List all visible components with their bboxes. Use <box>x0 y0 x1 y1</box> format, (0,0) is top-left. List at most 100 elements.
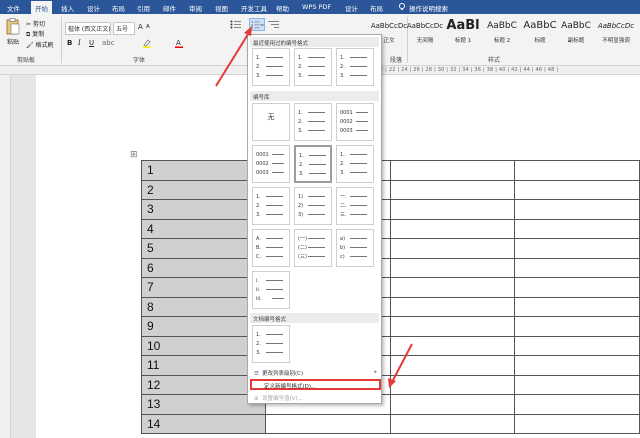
bold-button[interactable]: B <box>67 39 72 47</box>
document-table[interactable]: 1 2 3 4 5 6 7 8 9 10 11 12 13 14 <box>141 160 640 434</box>
table-row[interactable]: 2 <box>141 179 640 200</box>
style-heading-1[interactable]: AaBl 标题 1 <box>444 18 482 44</box>
numbering-format-option[interactable]: 1. 2. 3. <box>252 48 290 86</box>
tab-review[interactable]: 审阅 <box>189 3 202 13</box>
tab-references[interactable]: 引用 <box>137 3 150 13</box>
table-row[interactable]: 5 <box>141 238 640 259</box>
table-cell[interactable] <box>389 238 516 259</box>
table-cell[interactable] <box>514 335 640 356</box>
numbering-format-option[interactable]: 1. 2. 3. <box>294 103 332 141</box>
numbering-format-option[interactable]: A. B. C. <box>252 229 290 267</box>
tab-insert[interactable]: 插入 <box>61 3 74 13</box>
table-row[interactable]: 9 <box>141 316 640 337</box>
font-color-icon[interactable]: A <box>175 39 183 48</box>
table-cell[interactable] <box>514 218 640 239</box>
table-row[interactable]: 7 <box>141 277 640 298</box>
change-list-level-item[interactable]: ☰ 更改列表级别(C) ▸ <box>250 367 381 378</box>
table-cell[interactable] <box>389 257 516 278</box>
table-row[interactable]: 1 <box>141 160 640 181</box>
table-row[interactable]: 3 <box>141 199 640 220</box>
table-cell[interactable] <box>514 238 640 259</box>
table-cell[interactable] <box>514 296 640 317</box>
tab-design[interactable]: 设计 <box>87 3 100 13</box>
table-move-handle[interactable]: ⊞ <box>130 150 138 160</box>
table-cell[interactable] <box>389 218 516 239</box>
tab-mailings[interactable]: 邮件 <box>163 3 176 13</box>
style-no-spacing[interactable]: AaBbCcDc 无间隔 <box>406 18 444 44</box>
table-row[interactable]: 10 <box>141 335 640 356</box>
table-cell[interactable] <box>514 257 640 278</box>
font-name-select[interactable]: 楷体 (西文正文) <box>65 22 111 35</box>
tab-help[interactable]: 帮助 <box>276 3 289 13</box>
style-subtle-emphasis[interactable]: AaBbCcDc 不明显强调 <box>596 18 636 44</box>
define-new-number-format-item[interactable]: 定义新编号格式(D)... <box>250 379 381 390</box>
grow-font-button[interactable]: A <box>138 23 143 31</box>
font-size-select[interactable]: 五号 <box>113 22 135 35</box>
table-cell[interactable] <box>514 374 640 395</box>
table-cell[interactable] <box>514 394 640 415</box>
cut-button[interactable]: ✂ 剪切 <box>26 19 45 28</box>
table-cell[interactable] <box>389 316 516 337</box>
table-cell[interactable] <box>389 296 516 317</box>
copy-button[interactable]: ⧉ 复制 <box>26 29 44 39</box>
numbering-none-option[interactable]: 无 <box>252 103 290 141</box>
italic-button[interactable]: I <box>78 39 81 47</box>
numbering-format-option[interactable]: a) b) c) <box>336 229 374 267</box>
numbering-format-option[interactable]: 0001 0002 0003 <box>252 145 290 183</box>
table-cell[interactable] <box>389 355 516 376</box>
numbering-format-option[interactable]: 1) 2) 3) <box>294 187 332 225</box>
numbering-format-option[interactable]: 1. 2. 3. <box>252 187 290 225</box>
table-row[interactable]: 11 <box>141 355 640 376</box>
table-cell[interactable] <box>389 199 516 220</box>
numbering-format-option[interactable]: 1. 2. 3. <box>336 48 374 86</box>
numbering-format-option[interactable]: (一) (二) (三) <box>294 229 332 267</box>
strikethrough-icon[interactable]: abc <box>102 39 115 47</box>
numbering-format-option[interactable]: 1. 2. 3. <box>294 145 332 183</box>
table-cell[interactable] <box>389 335 516 356</box>
tab-table-design[interactable]: 设计 <box>345 3 358 13</box>
table-row[interactable]: 4 <box>141 218 640 239</box>
table-row[interactable]: 14 <box>141 413 640 434</box>
table-cell[interactable] <box>389 394 516 415</box>
table-row[interactable]: 6 <box>141 257 640 278</box>
numbering-format-option[interactable]: i. ii. iii. <box>252 271 290 309</box>
highlighter-icon[interactable] <box>143 39 151 48</box>
table-cell[interactable] <box>514 199 640 220</box>
style-subtitle[interactable]: AaBbC 副标题 <box>557 18 595 44</box>
table-row[interactable]: 13 <box>141 394 640 415</box>
table-cell[interactable] <box>514 316 640 337</box>
tell-me-search[interactable]: 操作说明搜索 <box>409 3 448 13</box>
paste-button[interactable]: 粘贴 <box>7 37 19 46</box>
table-cell[interactable] <box>264 413 391 434</box>
numbering-format-option[interactable]: 1. 2. 3. <box>294 48 332 86</box>
style-title[interactable]: AaBbC 标题 <box>521 18 559 44</box>
table-row[interactable]: 12 <box>141 374 640 395</box>
table-cell[interactable] <box>389 277 516 298</box>
table-row[interactable]: 8 <box>141 296 640 317</box>
table-cell[interactable] <box>514 277 640 298</box>
numbering-format-option[interactable]: 1. 2. 3. <box>252 325 290 363</box>
tab-view[interactable]: 视图 <box>215 3 228 13</box>
table-cell[interactable] <box>389 413 516 434</box>
bullets-icon[interactable] <box>230 20 242 29</box>
tab-home[interactable]: 开始 <box>31 1 52 14</box>
table-cell[interactable] <box>514 179 640 200</box>
table-cell[interactable] <box>389 179 516 200</box>
tab-file[interactable]: 文件 <box>7 3 20 13</box>
style-heading-2[interactable]: AaBbC 标题 2 <box>483 18 521 44</box>
numbering-icon[interactable]: 123 <box>249 18 265 31</box>
numbered-cell[interactable]: 14 <box>141 413 266 434</box>
numbering-format-option[interactable]: 1. 2. 3. <box>336 145 374 183</box>
tab-table-layout[interactable]: 布局 <box>370 3 383 13</box>
format-painter-button[interactable]: 🖌 格式刷 <box>26 40 54 49</box>
multilevel-list-icon[interactable] <box>268 20 280 29</box>
tab-layout[interactable]: 布局 <box>112 3 125 13</box>
table-cell[interactable] <box>514 355 640 376</box>
numbering-format-option[interactable]: 一. 二. 三. <box>336 187 374 225</box>
tab-wps-pdf[interactable]: WPS PDF <box>302 3 331 11</box>
table-cell[interactable] <box>389 374 516 395</box>
numbering-format-option[interactable]: 0001 0002 0003 <box>336 103 374 141</box>
tab-developer[interactable]: 开发工具 <box>241 3 267 13</box>
table-cell[interactable] <box>389 160 516 181</box>
underline-button[interactable]: U <box>89 39 94 47</box>
